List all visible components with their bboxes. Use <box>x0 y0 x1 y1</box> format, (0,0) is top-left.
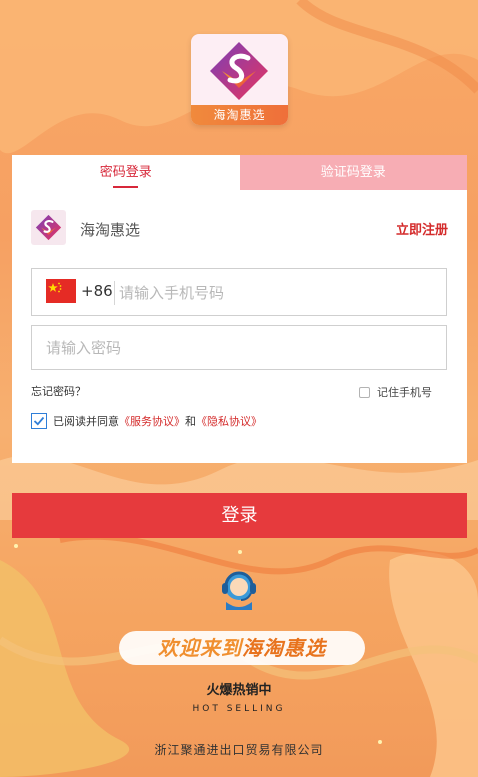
tab-password-login[interactable]: 密码登录 <box>12 155 240 190</box>
brand-logo-icon <box>210 42 268 100</box>
register-link[interactable]: 立即注册 <box>396 219 448 238</box>
password-input[interactable] <box>46 335 436 361</box>
login-card: 密码登录 验证码登录 海淘惠选 立即注册 +86 请输入手机号码 忘记密码？ 记… <box>12 155 467 463</box>
company-name: 浙江聚通进出口贸易有限公司 <box>154 743 324 757</box>
country-code[interactable]: +86 <box>81 282 113 300</box>
agreement-and: 和 <box>185 415 196 428</box>
brand-logo-small-icon <box>35 214 62 241</box>
remember-checkbox[interactable] <box>359 386 370 398</box>
tab-code-login[interactable]: 验证码登录 <box>239 155 467 190</box>
phone-input[interactable] <box>119 280 429 306</box>
welcome-brand: 海淘惠选 <box>242 636 326 660</box>
remember-phone-toggle[interactable]: 记住手机号 <box>359 384 432 400</box>
hot-selling-title: 火爆热销中 <box>206 683 272 698</box>
welcome-banner: 欢迎来到海淘惠选 <box>119 631 365 665</box>
phone-field: +86 <box>31 268 447 316</box>
shop-row: 海淘惠选 立即注册 <box>31 210 448 246</box>
china-flag-icon[interactable] <box>46 279 76 303</box>
agreement-prefix: 已阅读并同意 <box>53 415 119 428</box>
app-logo-text: 海淘惠选 <box>191 105 288 125</box>
hot-selling-subtitle: HOT SELLING <box>192 704 286 714</box>
login-tabs: 密码登录 验证码登录 <box>12 155 467 190</box>
app-logo: 海淘惠选 <box>191 34 288 125</box>
privacy-agreement-link[interactable]: 《隐私协议》 <box>196 413 262 429</box>
divider <box>114 281 115 305</box>
password-field <box>31 325 447 370</box>
forgot-password-link[interactable]: 忘记密码？ <box>31 383 86 399</box>
welcome-prefix: 欢迎来到 <box>158 636 242 660</box>
service-agreement-link[interactable]: 《服务协议》 <box>119 413 185 429</box>
login-button[interactable]: 登录 <box>12 493 467 538</box>
checkmark-icon <box>33 416 45 426</box>
remember-label: 记住手机号 <box>377 386 432 399</box>
agreement-checkbox[interactable] <box>31 413 47 429</box>
customer-service-icon[interactable] <box>218 566 260 612</box>
shop-name: 海淘惠选 <box>80 221 141 239</box>
shop-avatar <box>31 210 66 245</box>
agreement-row: 已阅读并同意 《服务协议》 和 《隐私协议》 <box>31 413 262 429</box>
